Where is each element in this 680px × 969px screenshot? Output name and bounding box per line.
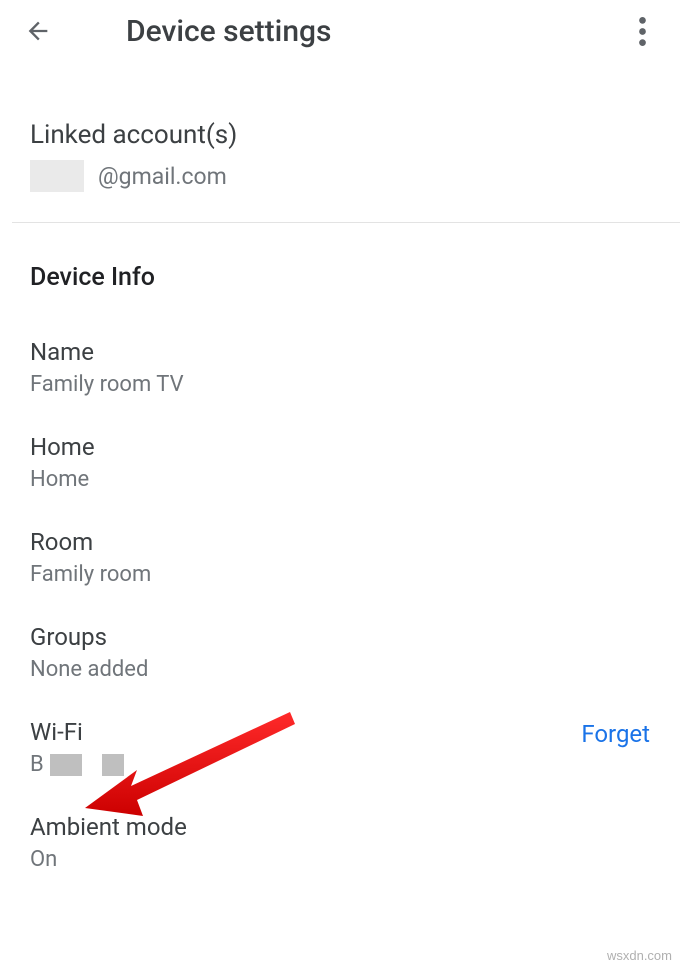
more-options-button[interactable] [614,3,670,59]
home-value: Home [30,467,650,492]
ambient-label: Ambient mode [30,813,650,841]
wifi-network-prefix: B [30,752,44,777]
watermark: wsxdn.com [607,948,672,963]
back-button[interactable] [10,3,66,59]
arrow-back-icon [24,17,52,45]
linked-accounts-heading: Linked account(s) [30,120,650,150]
app-bar: Device settings [0,0,680,62]
groups-row[interactable]: Groups None added [30,587,650,682]
ambient-mode-row[interactable]: Ambient mode On [30,777,650,872]
more-vert-icon [639,17,646,46]
home-label: Home [30,433,650,461]
linked-account-email: @gmail.com [30,160,650,192]
linked-accounts-section[interactable]: Linked account(s) @gmail.com [30,62,650,222]
redacted-wifi-part2 [102,754,124,776]
wifi-label: Wi-Fi [30,718,581,746]
room-label: Room [30,528,650,556]
groups-value: None added [30,657,650,682]
room-row[interactable]: Room Family room [30,492,650,587]
page-title: Device settings [66,14,614,49]
redacted-email-user [30,160,84,192]
wifi-row[interactable]: Wi-Fi B Forget [30,682,650,777]
groups-label: Groups [30,623,650,651]
name-row[interactable]: Name Family room TV [30,302,650,397]
redacted-wifi-part1 [50,754,82,776]
wifi-forget-button[interactable]: Forget [581,718,650,748]
ambient-value: On [30,847,650,872]
room-value: Family room [30,562,650,587]
home-row[interactable]: Home Home [30,397,650,492]
device-info-heading: Device Info [30,223,650,302]
content-area: Linked account(s) @gmail.com Device Info… [0,62,680,872]
email-domain: @gmail.com [84,163,227,190]
wifi-value: B [30,752,581,777]
name-label: Name [30,338,650,366]
name-value: Family room TV [30,372,650,397]
